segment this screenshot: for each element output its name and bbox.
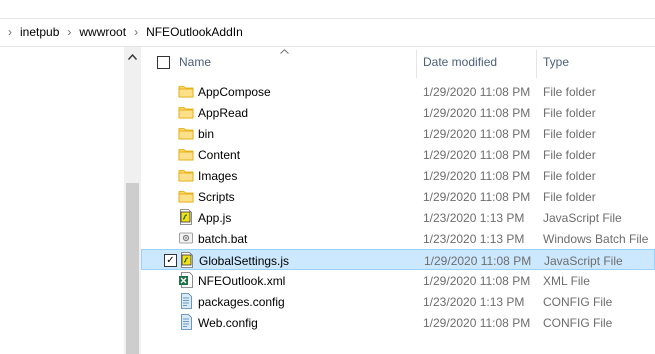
- column-divider[interactable]: [536, 50, 537, 78]
- sort-ascending-icon: [280, 46, 289, 57]
- file-date-modified: 1/23/2020 1:13 PM: [423, 211, 525, 225]
- file-type: CONFIG File: [543, 295, 613, 309]
- file-name[interactable]: Content: [198, 148, 240, 162]
- file-type: JavaScript File: [543, 211, 622, 225]
- folder-icon: [178, 167, 194, 183]
- batch-file-icon: [178, 230, 194, 246]
- file-row[interactable]: ✓ GlobalSettings.js 1/29/2020 11:08 PM Java…: [141, 249, 655, 270]
- scroll-thumb[interactable]: [126, 183, 139, 354]
- breadcrumb-separator: ›: [67, 25, 72, 39]
- file-date-modified: 1/29/2020 11:08 PM: [423, 148, 531, 162]
- file-date-modified: 1/29/2020 11:08 PM: [423, 190, 531, 204]
- file-date-modified: 1/29/2020 11:08 PM: [423, 106, 531, 120]
- column-type[interactable]: Type: [543, 55, 569, 69]
- file-type: File folder: [543, 85, 596, 99]
- breadcrumb-item-nfeoutlookaddin[interactable]: NFEOutlookAddIn: [146, 23, 243, 41]
- file-type: CONFIG File: [543, 316, 613, 330]
- navigation-pane: [0, 47, 124, 354]
- folder-icon: [178, 104, 194, 120]
- config-file-icon: [178, 293, 194, 309]
- javascript-file-icon: [178, 209, 194, 225]
- file-name[interactable]: NFEOutlook.xml: [198, 274, 285, 288]
- file-type: JavaScript File: [544, 254, 623, 268]
- file-type: File folder: [543, 169, 596, 183]
- file-date-modified: 1/29/2020 11:08 PM: [423, 127, 531, 141]
- file-date-modified: 1/29/2020 11:08 PM: [423, 316, 531, 330]
- file-date-modified: 1/23/2020 1:13 PM: [423, 232, 525, 246]
- file-row[interactable]: bin 1/29/2020 11:08 PM File folder: [141, 123, 655, 144]
- scroll-up-arrow-icon[interactable]: [124, 47, 141, 67]
- file-type: File folder: [543, 190, 596, 204]
- column-name[interactable]: Name: [179, 55, 211, 69]
- file-name[interactable]: bin: [198, 127, 214, 141]
- file-date-modified: 1/29/2020 11:08 PM: [423, 85, 531, 99]
- file-row[interactable]: batch.bat 1/23/2020 1:13 PM Windows Batch …: [141, 228, 655, 249]
- address-breadcrumb[interactable]: › inetpub › wwwroot › NFEOutlookAddIn: [0, 18, 655, 47]
- file-type: File folder: [543, 148, 596, 162]
- file-date-modified: 1/29/2020 11:08 PM: [423, 274, 531, 288]
- file-type: File folder: [543, 127, 596, 141]
- file-type: Windows Batch File: [543, 232, 649, 246]
- file-date-modified: 1/29/2020 11:08 PM: [424, 254, 532, 268]
- file-row[interactable]: Web.config 1/29/2020 11:08 PM CONFIG File: [141, 312, 655, 333]
- xml-file-icon: [178, 272, 194, 288]
- file-row[interactable]: App.js 1/23/2020 1:13 PM JavaScript File: [141, 207, 655, 228]
- file-row[interactable]: AppRead 1/29/2020 11:08 PM File folder: [141, 102, 655, 123]
- file-name[interactable]: Web.config: [198, 316, 258, 330]
- column-date-modified[interactable]: Date modified: [423, 55, 497, 69]
- column-header: Name Date modified Type: [141, 47, 655, 78]
- file-row[interactable]: NFEOutlook.xml 1/29/2020 11:08 PM XML File: [141, 270, 655, 291]
- config-file-icon: [178, 314, 194, 330]
- folder-icon: [178, 188, 194, 204]
- row-checkbox[interactable]: ✓: [164, 254, 177, 267]
- file-date-modified: 1/29/2020 11:08 PM: [423, 169, 531, 183]
- folder-icon: [178, 146, 194, 162]
- file-name[interactable]: packages.config: [198, 295, 285, 309]
- file-type: File folder: [543, 106, 596, 120]
- file-row[interactable]: packages.config 1/23/2020 1:13 PM CONFIG F…: [141, 291, 655, 312]
- file-row[interactable]: Content 1/29/2020 11:08 PM File folder: [141, 144, 655, 165]
- file-name[interactable]: Scripts: [198, 190, 235, 204]
- file-type: XML File: [543, 274, 590, 288]
- file-name[interactable]: App.js: [198, 211, 231, 225]
- navigation-scrollbar[interactable]: [124, 47, 141, 354]
- breadcrumb-separator: ›: [134, 25, 139, 39]
- folder-icon: [178, 125, 194, 141]
- javascript-file-icon: [179, 252, 195, 268]
- select-all-checkbox[interactable]: [157, 56, 170, 69]
- file-name[interactable]: AppRead: [198, 106, 248, 120]
- file-row[interactable]: Images 1/29/2020 11:08 PM File folder: [141, 165, 655, 186]
- file-row[interactable]: AppCompose 1/29/2020 11:08 PM File folder: [141, 81, 655, 102]
- file-name[interactable]: AppCompose: [198, 85, 271, 99]
- breadcrumb-item-inetpub[interactable]: inetpub: [20, 23, 59, 41]
- file-row[interactable]: Scripts 1/29/2020 11:08 PM File folder: [141, 186, 655, 207]
- folder-icon: [178, 83, 194, 99]
- column-divider[interactable]: [416, 50, 417, 78]
- file-date-modified: 1/23/2020 1:13 PM: [423, 295, 525, 309]
- breadcrumb-item-wwwroot[interactable]: wwwroot: [79, 23, 126, 41]
- top-window-strip: [0, 0, 655, 19]
- breadcrumb-separator: ›: [8, 25, 12, 39]
- file-name[interactable]: batch.bat: [198, 232, 247, 246]
- file-name[interactable]: Images: [198, 169, 237, 183]
- file-name[interactable]: GlobalSettings.js: [199, 254, 289, 268]
